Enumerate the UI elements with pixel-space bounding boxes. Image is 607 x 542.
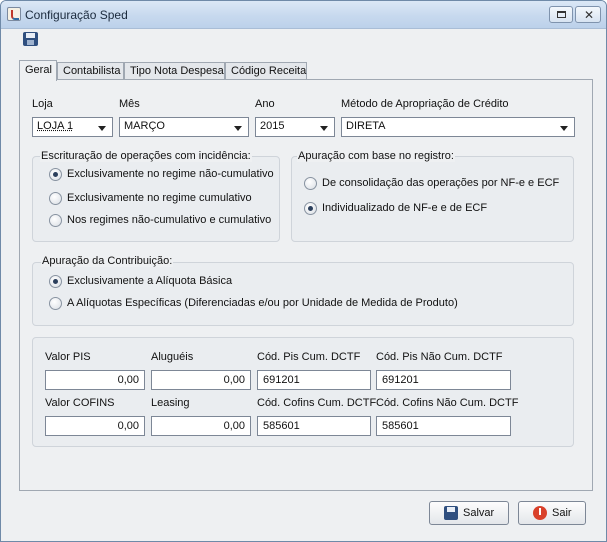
radio-button[interactable]	[304, 202, 317, 215]
radio-label: A Alíquotas Específicas (Diferenciadas e…	[67, 297, 458, 309]
valor-pis-label: Valor PIS	[45, 351, 91, 363]
radio-button[interactable]	[49, 275, 62, 288]
metodo-select[interactable]: DIRETA	[341, 117, 575, 137]
radio-label: De consolidação das operações por NF-e e…	[322, 177, 560, 189]
valor-pis-input[interactable]: 0,00	[45, 370, 145, 390]
apuracao-registro-group	[291, 156, 574, 242]
ano-label: Ano	[255, 98, 275, 110]
radio-button[interactable]	[304, 177, 317, 190]
chevron-down-icon	[320, 126, 328, 131]
tab-contabilista[interactable]: Contabilista	[57, 62, 124, 80]
cod-cofins-cum-label: Cód. Cofins Cum. DCTF	[257, 397, 377, 409]
metodo-value: DIRETA	[346, 120, 386, 132]
loja-select[interactable]: LOJA 1	[32, 117, 113, 137]
chevron-down-icon	[98, 126, 106, 131]
toolbar-save-icon[interactable]	[23, 32, 38, 46]
save-button[interactable]: Salvar	[429, 501, 509, 525]
leasing-label: Leasing	[151, 397, 190, 409]
tab-tipo-nota-despesa[interactable]: Tipo Nota Despesa	[124, 62, 225, 80]
close-button[interactable]: ✕	[575, 6, 601, 23]
metodo-label: Método de Apropriação de Crédito	[341, 98, 509, 110]
exit-button[interactable]: Sair	[518, 501, 586, 525]
radio-button[interactable]	[49, 192, 62, 205]
tab-codigo-receita[interactable]: Código Receita	[225, 62, 307, 80]
chevron-down-icon	[560, 126, 568, 131]
mes-value: MARÇO	[124, 120, 165, 132]
ano-select[interactable]: 2015	[255, 117, 335, 137]
cod-pis-nao-cum-label: Cód. Pis Não Cum. DCTF	[376, 351, 503, 363]
loja-label: Loja	[32, 98, 53, 110]
apuracao-contribuicao-group	[32, 262, 574, 326]
escrituracao-title: Escrituração de operações com incidência…	[40, 150, 252, 162]
restore-icon	[557, 11, 566, 18]
alugueis-input[interactable]: 0,00	[151, 370, 251, 390]
ano-value: 2015	[260, 120, 285, 132]
power-icon	[533, 506, 547, 520]
window-title: Configuração Sped	[25, 8, 128, 22]
radio-label: Exclusivamente a Alíquota Básica	[67, 275, 233, 287]
cod-cofins-cum-input[interactable]: 585601	[257, 416, 371, 436]
radio-label: Nos regimes não-cumulativo e cumulativo	[67, 214, 272, 226]
radio-label: Individualizado de NF-e e de ECF	[322, 202, 488, 214]
configuracao-sped-window: Configuração Sped ✕ Geral Contabilista T…	[0, 0, 607, 542]
alugueis-label: Aluguéis	[151, 351, 194, 363]
exit-button-label: Sair	[552, 507, 572, 519]
restore-button[interactable]	[549, 6, 573, 23]
cod-cofins-nao-cum-input[interactable]: 585601	[376, 416, 511, 436]
apuracao-contribuicao-title: Apuração da Contribuição:	[41, 255, 174, 267]
cod-cofins-nao-cum-label: Cód. Cofins Não Cum. DCTF	[376, 397, 519, 409]
geral-panel: Loja Mês Ano Método de Apropriação de Cr…	[19, 79, 593, 491]
leasing-input[interactable]: 0,00	[151, 416, 251, 436]
mes-select[interactable]: MARÇO	[119, 117, 249, 137]
valor-cofins-input[interactable]: 0,00	[45, 416, 145, 436]
radio-label: Exclusivamente no regime cumulativo	[67, 192, 252, 204]
tab-geral[interactable]: Geral	[19, 60, 57, 81]
mes-label: Mês	[119, 98, 140, 110]
cod-pis-cum-input[interactable]: 691201	[257, 370, 371, 390]
save-button-label: Salvar	[463, 507, 495, 519]
java-app-icon	[7, 7, 21, 21]
radio-button[interactable]	[49, 168, 62, 181]
radio-button[interactable]	[49, 297, 62, 310]
title-bar[interactable]: Configuração Sped ✕	[1, 1, 606, 29]
loja-value: LOJA 1	[37, 120, 74, 132]
radio-label: Exclusivamente no regime não-cumulativo	[67, 168, 274, 180]
chevron-down-icon	[234, 126, 242, 131]
floppy-disk-icon	[444, 506, 458, 520]
cod-pis-nao-cum-input[interactable]: 691201	[376, 370, 511, 390]
radio-button[interactable]	[49, 214, 62, 227]
apuracao-registro-title: Apuração com base no registro:	[297, 150, 455, 162]
close-icon: ✕	[584, 8, 595, 22]
cod-pis-cum-label: Cód. Pis Cum. DCTF	[257, 351, 361, 363]
valor-cofins-label: Valor COFINS	[45, 397, 115, 409]
